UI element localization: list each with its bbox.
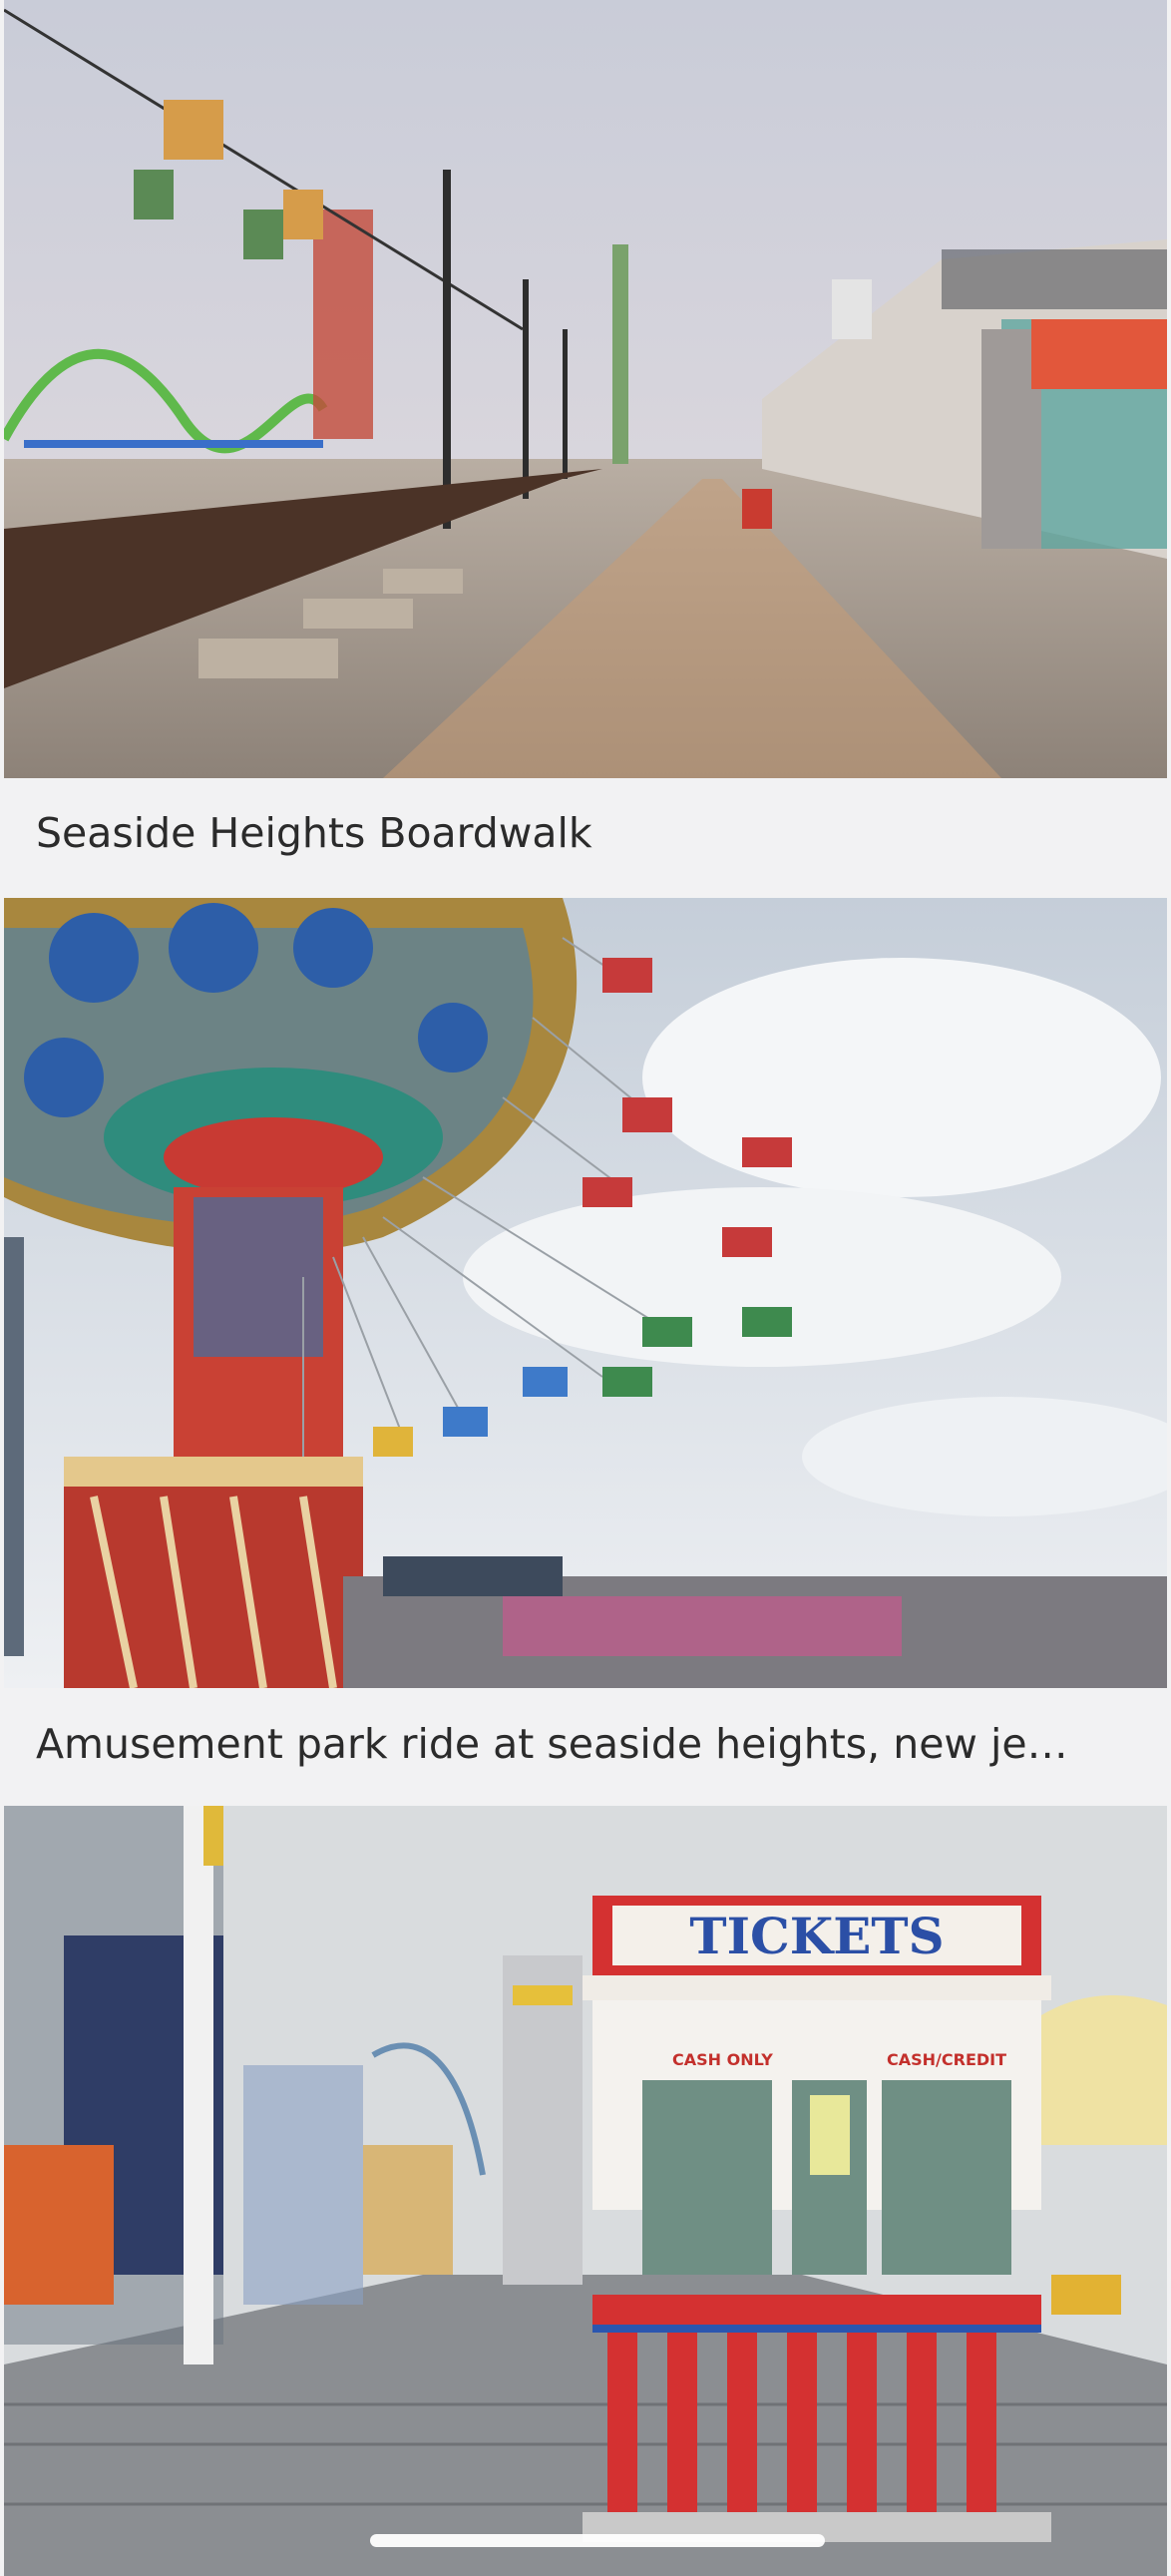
booth-sign: TICKETS bbox=[689, 1907, 944, 1965]
feed-item[interactable]: Amusement park ride at seaside heights, … bbox=[4, 898, 1167, 1806]
booth-cash-only-label: CASH ONLY bbox=[672, 2050, 773, 2069]
image-caption: Seaside Heights Boardwalk bbox=[36, 810, 592, 857]
image-caption: Amusement park ride at seaside heights, … bbox=[36, 1721, 1068, 1768]
image-feed: Seaside Heights Boardwalk Amusement park… bbox=[0, 0, 1171, 2576]
home-indicator[interactable] bbox=[370, 2534, 825, 2547]
ticket-booth-photo[interactable]: TICKETS CASH ONLY CASH/CREDIT bbox=[4, 1806, 1167, 2576]
boardwalk-photo[interactable] bbox=[4, 0, 1167, 778]
feed-item[interactable]: Seaside Heights Boardwalk bbox=[4, 0, 1167, 898]
feed-item[interactable]: TICKETS CASH ONLY CASH/CREDIT bbox=[4, 1806, 1167, 2576]
booth-cash-credit-label: CASH/CREDIT bbox=[887, 2050, 1006, 2069]
swing-ride-photo[interactable] bbox=[4, 898, 1167, 1688]
